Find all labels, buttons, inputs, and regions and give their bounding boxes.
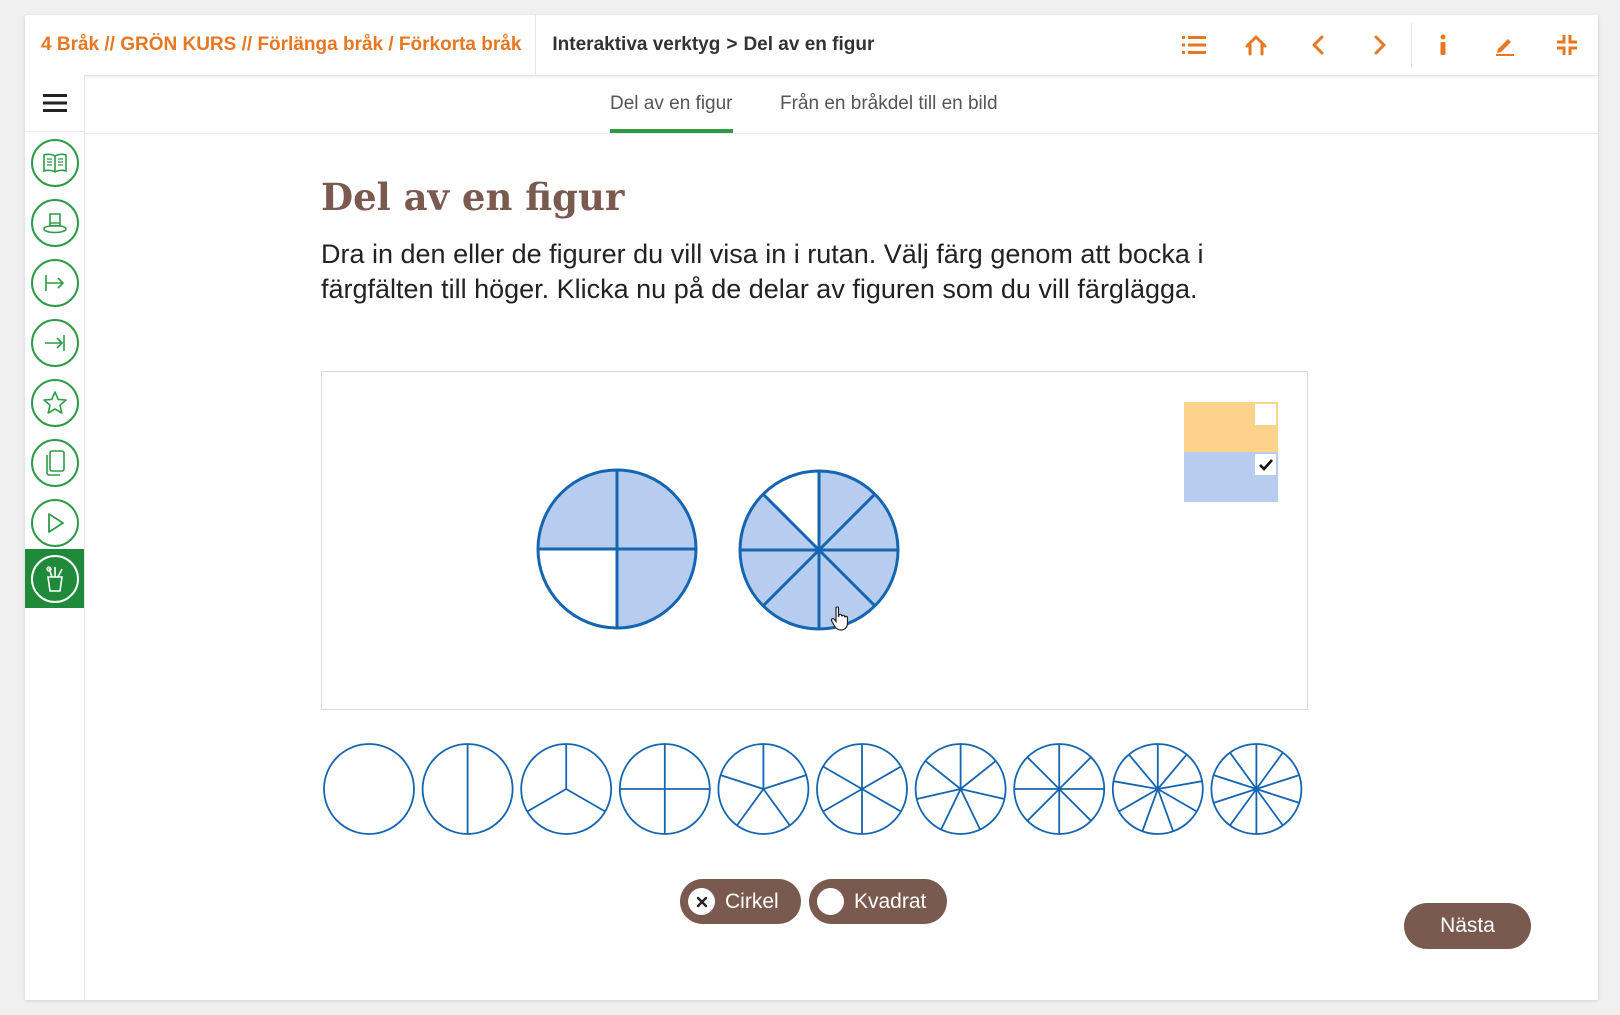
cirkel-toggle[interactable]: Cirkel	[680, 879, 801, 924]
chevron-right-icon[interactable]	[1349, 15, 1411, 75]
palette-circle-9-parts[interactable]	[1111, 743, 1204, 835]
checkmark-icon	[1258, 458, 1273, 471]
shape-palette	[321, 741, 1311, 837]
home-icon[interactable]	[1225, 15, 1287, 75]
sidebar-item-start[interactable]	[25, 253, 84, 312]
tab-bar: Del av en figur Från en bråkdel till en …	[85, 75, 1598, 134]
tools-cup-icon	[45, 565, 63, 592]
palette-circle-2-parts[interactable]	[421, 743, 514, 835]
hand-cursor-icon	[830, 606, 849, 631]
top-bar: 4 Bråk // GRÖN KURS // Förlänga bråk / F…	[25, 15, 1598, 76]
pages-icon	[45, 449, 65, 476]
course-breadcrumb[interactable]: 4 Bråk // GRÖN KURS // Förlänga bråk / F…	[25, 15, 537, 75]
kvadrat-toggle[interactable]: Kvadrat	[809, 879, 947, 924]
sidebar-item-pages[interactable]	[25, 433, 84, 492]
sidebar-item-play[interactable]	[25, 493, 84, 552]
unselected-dot-icon	[817, 888, 844, 915]
sidebar-item-star[interactable]	[25, 373, 84, 432]
arrow-from-bar-icon	[44, 274, 64, 291]
collapse-icon[interactable]	[1536, 15, 1598, 75]
drop-area[interactable]	[321, 371, 1308, 710]
breadcrumb-separator: >	[726, 34, 738, 55]
figures-canvas[interactable]	[322, 372, 1307, 709]
pencil-icon[interactable]	[1474, 15, 1536, 75]
tab-del-av-en-figur[interactable]: Del av en figur	[610, 75, 733, 133]
tool-page-title: Del av en figur	[743, 34, 875, 55]
tool-section-link[interactable]: Interaktiva verktyg	[552, 34, 720, 56]
color-picker	[1184, 402, 1278, 502]
cirkel-label: Cirkel	[725, 889, 779, 913]
chevron-left-icon[interactable]	[1287, 15, 1349, 75]
tool-breadcrumb: Interaktiva verktyg > Del av en figur	[536, 34, 874, 56]
palette-circle-4-parts[interactable]	[618, 743, 711, 835]
figure-sector[interactable]	[467, 744, 513, 834]
placed-circle-figure[interactable]	[738, 469, 900, 631]
tab-fran-en-brakdel[interactable]: Från en bråkdel till en bild	[780, 75, 998, 133]
sidebar	[25, 75, 85, 1000]
top-icon-bar	[1163, 15, 1598, 75]
color-checkbox-blue[interactable]	[1255, 454, 1276, 475]
figure-sector[interactable]	[422, 744, 468, 834]
sidebar-item-tools[interactable]	[25, 549, 84, 608]
app-window: 4 Bråk // GRÖN KURS // Förlänga bråk / F…	[25, 15, 1598, 1000]
page-title: Del av en figur	[321, 175, 625, 219]
palette-circle-6-parts[interactable]	[816, 743, 908, 835]
star-icon	[42, 390, 67, 414]
palette-circle-5-parts[interactable]	[717, 743, 810, 835]
book-icon	[42, 153, 67, 173]
info-icon[interactable]	[1412, 15, 1474, 75]
sidebar-item-end[interactable]	[25, 313, 84, 372]
hamburger-menu-icon[interactable]	[25, 75, 84, 132]
instructions-text: Dra in den eller de figurer du vill visa…	[321, 239, 1204, 304]
kvadrat-label: Kvadrat	[854, 889, 927, 913]
sidebar-item-hat[interactable]	[25, 193, 84, 252]
arrow-to-bar-icon	[44, 334, 65, 351]
palette-circle-8-parts[interactable]	[1013, 743, 1106, 835]
selected-x-icon	[688, 888, 715, 915]
palette-circle-3-parts[interactable]	[520, 743, 613, 835]
color-checkbox-orange[interactable]	[1255, 404, 1276, 425]
figure-outline	[323, 743, 415, 835]
palette-circle-7-parts[interactable]	[914, 743, 1007, 835]
placed-circle-figure[interactable]	[536, 468, 698, 630]
play-icon	[47, 512, 64, 533]
palette-circle-1-parts[interactable]	[323, 743, 415, 835]
list-icon[interactable]	[1163, 15, 1225, 75]
palette-circle-10-parts[interactable]	[1210, 743, 1303, 835]
color-swatch-orange[interactable]	[1184, 402, 1278, 452]
next-button[interactable]: Nästa	[1404, 903, 1531, 949]
sidebar-item-book[interactable]	[25, 133, 84, 192]
hat-icon	[42, 212, 67, 233]
color-swatch-blue[interactable]	[1184, 452, 1278, 502]
